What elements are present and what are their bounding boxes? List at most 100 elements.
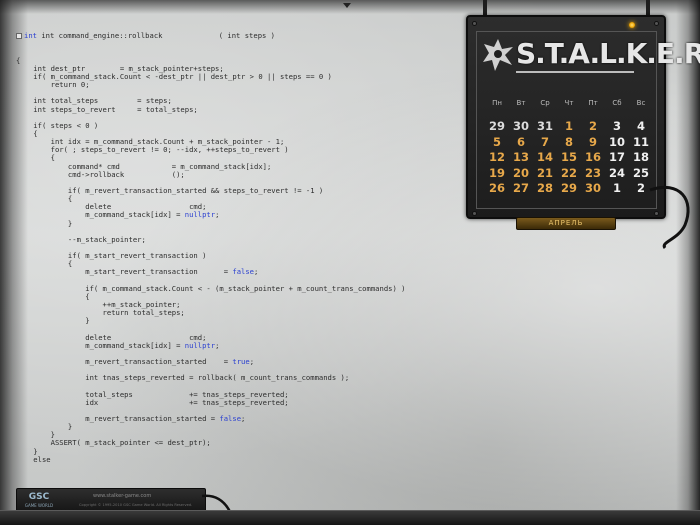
code-line: if( m_start_revert_transaction ) xyxy=(16,252,446,260)
code-line: m_command_stack[idx] = nullptr; xyxy=(16,211,446,219)
calendar-day[interactable]: 1 xyxy=(605,181,629,195)
code-text: return 0; xyxy=(16,80,90,90)
code-text: cmd->rollback (); xyxy=(16,169,185,179)
code-line: } xyxy=(16,447,446,456)
code-text: idx += tnas_steps_reverted; xyxy=(16,397,289,407)
calendar-day[interactable]: 15 xyxy=(557,150,581,164)
code-line: m_revert_transaction_started = false; xyxy=(16,413,446,423)
code-text: m_revert_transaction_started = xyxy=(16,356,233,366)
fold-toggle-icon xyxy=(16,33,22,40)
calendar-widget[interactable]: S.T.A.L.K.E.R Пн Вт Ср Чт Пт Сб Вс 29 30 31 1 2 3 4 5… xyxy=(466,0,700,230)
code-line: --m_stack_pointer; xyxy=(16,234,446,244)
taskbar[interactable] xyxy=(0,510,700,525)
code-line: return 0; xyxy=(16,81,446,89)
code-line: int tnas_steps_reverted = rollback( m_co… xyxy=(16,374,446,382)
code-keyword: nullptr xyxy=(184,340,216,350)
calendar-day[interactable]: 5 xyxy=(485,135,509,149)
calendar-day[interactable]: 3 xyxy=(605,119,629,133)
calendar-day[interactable]: 22 xyxy=(557,166,581,180)
code-line: cmd->rollback (); xyxy=(16,169,446,179)
code-function-signature: int command_engine::rollback xyxy=(41,31,163,41)
code-function-params: ( int steps ) xyxy=(218,31,276,41)
calendar-day[interactable]: 21 xyxy=(533,166,557,180)
code-text: } xyxy=(16,218,73,228)
code-line: idx += tnas_steps_reverted; xyxy=(16,397,446,407)
code-line: } xyxy=(16,317,446,325)
calendar-day[interactable]: 28 xyxy=(533,181,557,195)
calendar-day[interactable]: 20 xyxy=(509,166,533,180)
logo-underline xyxy=(516,71,634,73)
calendar-day[interactable]: 26 xyxy=(485,181,509,195)
calendar-day[interactable]: 7 xyxy=(533,135,557,149)
calendar-day[interactable]: 2 xyxy=(581,119,605,133)
weekday-label: Вс xyxy=(636,99,646,107)
radiation-splash-icon xyxy=(483,39,513,71)
code-text: ; xyxy=(215,340,220,350)
calendar-day[interactable]: 6 xyxy=(509,135,533,149)
wallpaper-grime-right xyxy=(676,0,700,525)
calendar-day[interactable]: 9 xyxy=(581,135,605,149)
calendar-day[interactable]: 30 xyxy=(581,181,605,195)
calendar-day[interactable]: 1 xyxy=(557,119,581,133)
code-line: if( m_revert_transaction_started && step… xyxy=(16,186,446,195)
weekday-label: Сб xyxy=(612,99,622,107)
code-text: m_start_revert_transaction = xyxy=(16,267,233,277)
code-keyword-int: int xyxy=(24,31,42,41)
calendar-day[interactable]: 12 xyxy=(485,150,509,164)
calendar-day[interactable]: 14 xyxy=(533,150,557,164)
code-text: ; xyxy=(249,356,255,366)
code-text: for( ; steps_to_revert != 0; --idx, ++st… xyxy=(16,145,289,155)
code-text: ; xyxy=(254,267,259,277)
calendar-day[interactable]: 8 xyxy=(557,135,581,149)
status-led-icon xyxy=(629,22,635,28)
calendar-day[interactable]: 29 xyxy=(557,181,581,195)
calendar-day[interactable]: 23 xyxy=(581,166,605,180)
code-line: for( ; steps_to_revert != 0; --idx, ++st… xyxy=(16,146,446,154)
code-line: } xyxy=(16,423,446,431)
code-text: int steps_to_revert = total_steps; xyxy=(16,104,198,114)
code-text: int tnas_steps_reverted = rollback( m_co… xyxy=(16,373,350,383)
code-text: ASSERT( m_stack_pointer <= dest_ptr); xyxy=(16,438,211,448)
code-text: } xyxy=(16,316,90,326)
code-keyword: false xyxy=(219,413,242,423)
calendar-day[interactable]: 30 xyxy=(509,119,533,133)
gsc-logo-plate[interactable]: GSC GAME WORLD www.stalker-game.com Copy… xyxy=(16,488,206,512)
code-line: m_command_stack[idx] = nullptr; xyxy=(16,340,446,350)
code-line: } xyxy=(16,218,446,228)
website-url: www.stalker-game.com xyxy=(93,493,152,499)
code-line: ASSERT( m_stack_pointer <= dest_ptr); xyxy=(16,439,446,447)
gsc-logo-text: GSC xyxy=(28,492,50,502)
code-text: ; xyxy=(215,210,220,220)
code-header-line: int int command_engine::rollback ( int s… xyxy=(16,32,446,40)
copyright-text: Copyright © 1995-2010 GSC Game World. Al… xyxy=(79,503,193,507)
code-keyword: true xyxy=(232,356,250,366)
code-line: m_revert_transaction_started = true; xyxy=(16,356,446,366)
calendar-day[interactable]: 27 xyxy=(509,181,533,195)
calendar-day[interactable]: 16 xyxy=(581,150,605,164)
calendar-day[interactable]: 13 xyxy=(509,150,533,164)
weekday-label: Чт xyxy=(564,99,574,107)
calendar-day[interactable]: 17 xyxy=(605,150,629,164)
weekday-label: Ср xyxy=(540,99,550,107)
code-listing: int int command_engine::rollback ( int s… xyxy=(16,16,446,472)
code-keyword: nullptr xyxy=(184,210,216,220)
hanger-bracket-left xyxy=(483,0,487,16)
panel-toggle-arrow-icon[interactable] xyxy=(343,3,351,8)
calendar-cable-icon xyxy=(649,185,690,249)
gsc-logo-icon: GSC GAME WORLD xyxy=(21,492,57,508)
calendar-day[interactable]: 24 xyxy=(605,166,629,180)
month-label: АПРЕЛЬ xyxy=(516,217,616,230)
screw-icon xyxy=(472,21,477,26)
calendar-day[interactable]: 31 xyxy=(533,119,557,133)
screw-icon xyxy=(472,211,477,216)
calendar-day[interactable]: 19 xyxy=(485,166,509,180)
code-text: --m_stack_pointer; xyxy=(16,234,146,244)
screw-icon xyxy=(654,21,659,26)
gsc-logo-subtitle: GAME WORLD xyxy=(24,503,54,508)
code-line: m_start_revert_transaction = false; xyxy=(16,268,446,276)
code-line: else xyxy=(16,455,446,464)
code-body: { int dest_ptr = m_stack_pointer+steps; … xyxy=(16,56,446,464)
calendar-day[interactable]: 10 xyxy=(605,135,629,149)
calendar-day[interactable]: 29 xyxy=(485,119,509,133)
code-line: int steps_to_revert = total_steps; xyxy=(16,104,446,114)
